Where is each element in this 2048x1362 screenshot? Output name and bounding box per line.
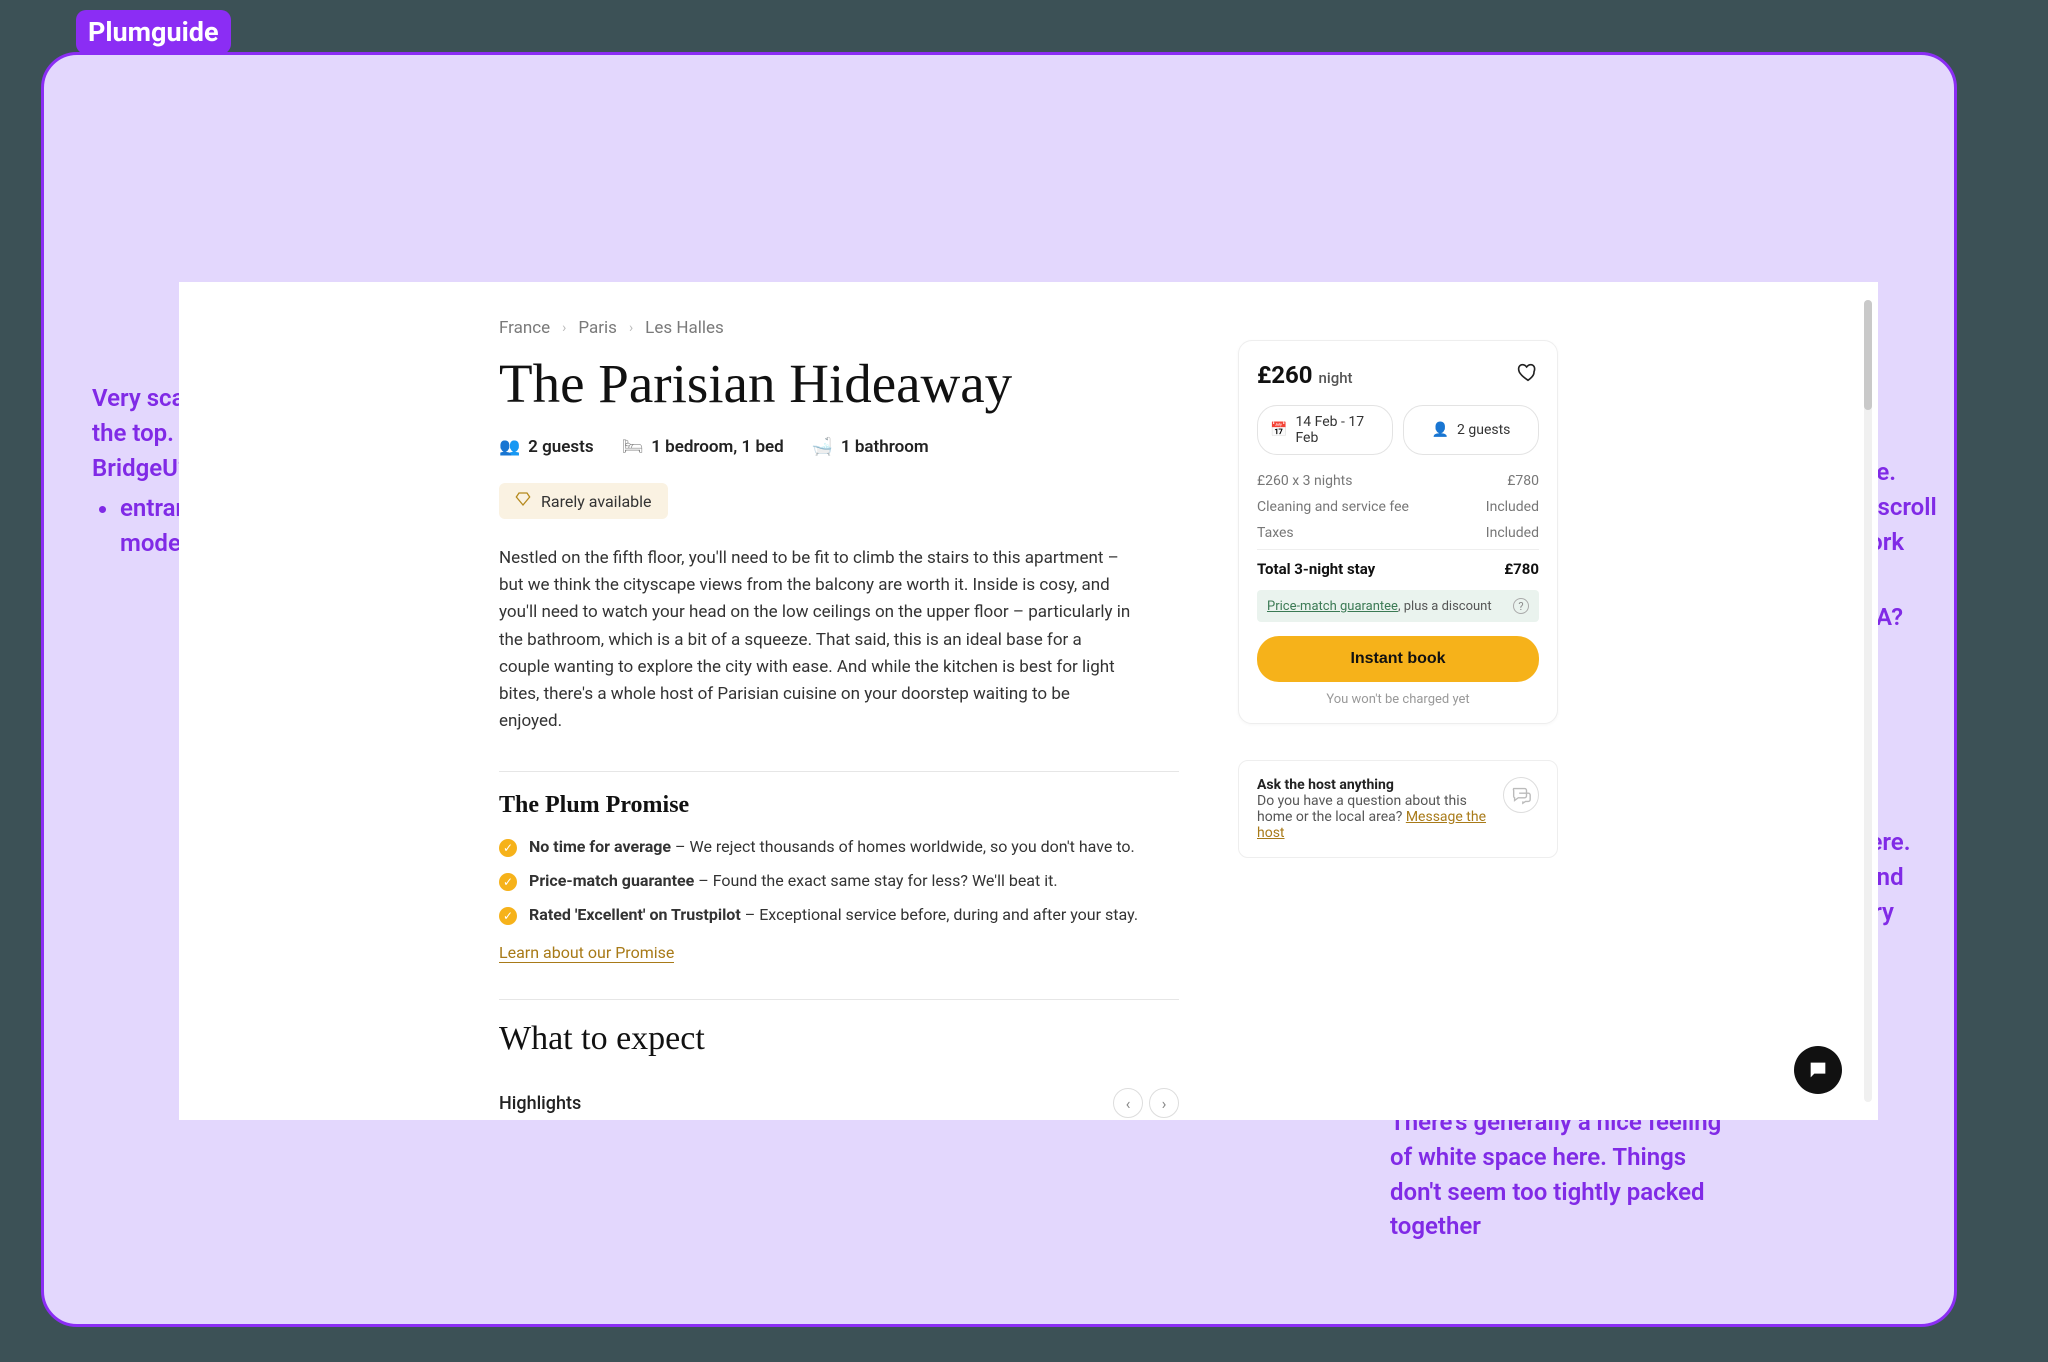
guest-icon: 👤 [1432, 422, 1449, 438]
divider [499, 999, 1179, 1000]
calendar-icon: 📅 [1270, 422, 1287, 438]
annotation-text: There's generally a nice feeling of whit… [1390, 1108, 1721, 1240]
breadcrumb-item[interactable]: Paris [578, 318, 617, 338]
chip-label: Rarely available [541, 492, 652, 511]
scrollbar[interactable] [1864, 300, 1872, 1102]
pmg-text: , plus a discount [1398, 599, 1492, 614]
price-value: £260 [1257, 361, 1313, 389]
line-value: Included [1486, 499, 1539, 515]
expect-heading: What to expect [499, 1020, 1558, 1058]
bedrooms-label: 1 bedroom, 1 bed [651, 437, 784, 457]
promise-bold: Rated 'Excellent' on Trustpilot [529, 905, 741, 924]
guests-label: 2 guests [528, 437, 593, 457]
promise-bold: Price-match guarantee [529, 871, 694, 890]
bathrooms-label: 1 bathroom [841, 437, 929, 457]
line-label: £260 x 3 nights [1257, 473, 1353, 489]
chevron-right-icon: › [629, 320, 633, 336]
breadcrumb-item[interactable]: Les Halles [645, 318, 724, 338]
favorite-button[interactable] [1517, 361, 1539, 387]
info-icon[interactable]: ? [1513, 598, 1529, 614]
breadcrumb-item[interactable]: France [499, 318, 550, 338]
guests-value: 2 guests [1457, 422, 1510, 438]
promise-text: – Found the exact same stay for less? We… [694, 871, 1057, 890]
annotation-bottom-right: There's generally a nice feeling of whit… [1390, 1105, 1730, 1244]
instant-book-button[interactable]: Instant book [1257, 636, 1539, 682]
listing-description: Nestled on the fifth floor, you'll need … [499, 545, 1134, 735]
carousel-prev-button[interactable]: ‹ [1113, 1088, 1143, 1118]
canvas-tag: Plumguide [76, 10, 231, 54]
check-icon: ✓ [499, 873, 517, 891]
guests-info: 👥 2 guests [499, 437, 594, 457]
ask-title: Ask the host anything [1257, 777, 1491, 793]
disclaimer-text: You won't be charged yet [1257, 692, 1539, 707]
promise-item: ✓ Price-match guarantee – Found the exac… [499, 871, 1558, 891]
pmg-link[interactable]: Price-match guarantee [1267, 599, 1398, 614]
carousel-next-button[interactable]: › [1149, 1088, 1179, 1118]
promise-text: – Exceptional service before, during and… [741, 905, 1138, 924]
line-value: £780 [1507, 473, 1539, 489]
line-value: Included [1486, 525, 1539, 541]
chat-fab[interactable] [1794, 1046, 1842, 1094]
dates-picker[interactable]: 📅 14 Feb - 17 Feb [1257, 405, 1393, 455]
highlights-label: Highlights [499, 1093, 581, 1114]
diamond-icon [515, 491, 531, 511]
chevron-right-icon: › [562, 320, 566, 336]
bedrooms-info: 🛏 1 bedroom, 1 bed [622, 437, 784, 457]
bathrooms-info: 🛁 1 bathroom [812, 437, 929, 457]
divider [499, 771, 1179, 772]
bed-icon: 🛏 [622, 437, 644, 457]
canvas-frame: Very scannable having key info at the to… [41, 52, 1957, 1327]
learn-link[interactable]: Learn about our Promise [499, 943, 674, 963]
total-value: £780 [1504, 560, 1539, 578]
promise-item: ✓ Rated 'Excellent' on Trustpilot – Exce… [499, 905, 1558, 925]
line-label: Cleaning and service fee [1257, 499, 1409, 515]
ask-host-card: Ask the host anything Do you have a ques… [1238, 760, 1558, 858]
line-label: Taxes [1257, 525, 1294, 541]
promise-text: – We reject thousands of homes worldwide… [671, 837, 1135, 856]
bath-icon: 🛁 [812, 437, 833, 457]
guests-picker[interactable]: 👤 2 guests [1403, 405, 1539, 455]
price-match-banner: Price-match guarantee, plus a discount ? [1257, 590, 1539, 622]
promise-bold: No time for average [529, 837, 671, 856]
booking-card: £260 night 📅 14 Feb - 17 Feb 👤 2 guests [1238, 340, 1558, 724]
breadcrumb: France › Paris › Les Halles [499, 318, 1558, 338]
check-icon: ✓ [499, 907, 517, 925]
price-breakdown: £260 x 3 nights £780 Cleaning and service… [1257, 473, 1539, 541]
dates-value: 14 Feb - 17 Feb [1295, 414, 1380, 446]
chat-icon [1503, 777, 1539, 813]
embedded-screenshot: France › Paris › Les Halles The Parisian… [179, 282, 1878, 1120]
guests-icon: 👥 [499, 437, 520, 457]
rarity-chip: Rarely available [499, 483, 668, 519]
price-unit: night [1319, 369, 1353, 387]
check-icon: ✓ [499, 839, 517, 857]
total-label: Total 3-night stay [1257, 560, 1375, 578]
price: £260 night [1257, 361, 1353, 389]
